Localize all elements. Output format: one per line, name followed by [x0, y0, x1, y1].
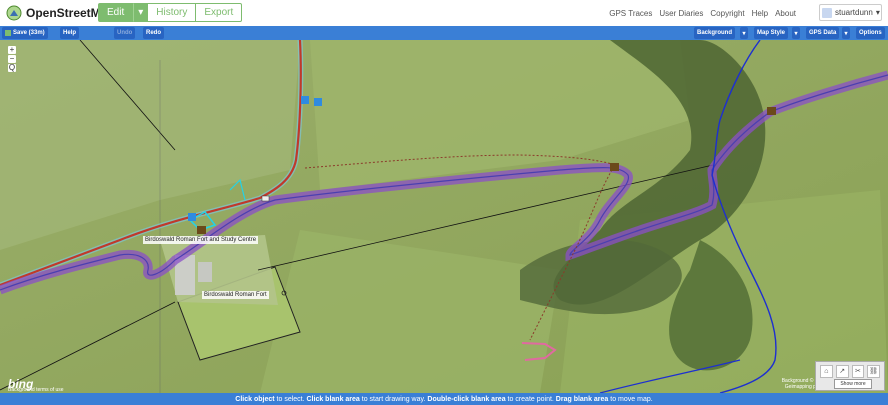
avatar [822, 7, 832, 18]
username: stuartdunn [835, 8, 873, 17]
redo-button[interactable]: Redo [143, 27, 164, 39]
history-button[interactable]: History [148, 3, 197, 22]
map-style-button[interactable]: Map Style [754, 27, 789, 39]
geolocate-button[interactable]: Q [8, 64, 16, 72]
chevron-down-icon: ▾ [875, 8, 880, 17]
background-button[interactable]: Background [694, 27, 736, 39]
hint-select-bold: Click object [235, 395, 275, 403]
hint-move: to move map. [608, 395, 653, 403]
edit-button-group: Edit ▾ History Export [98, 3, 243, 22]
hint-select: to select. [274, 395, 307, 403]
historic-marker-east[interactable] [767, 107, 776, 115]
edit-button[interactable]: Edit [98, 3, 134, 22]
map-canvas[interactable]: + − Q Birdoswald Roman Fort and Study Ce… [0, 40, 888, 393]
top-navigation: OpenStreetMap Edit ▾ History Export GPS … [0, 0, 888, 26]
gps-traces-link[interactable]: GPS Traces [609, 9, 652, 18]
save-button[interactable]: Save (33m) [2, 27, 48, 39]
map-imagery [0, 40, 888, 393]
copyright-link[interactable]: Copyright [710, 9, 744, 18]
background-dropdown[interactable]: ▾ [740, 27, 748, 39]
hint-draw: to start drawing way. [359, 395, 428, 403]
zoom-out-button[interactable]: − [8, 55, 16, 63]
user-diaries-link[interactable]: User Diaries [659, 9, 703, 18]
chevron-down-icon: ▾ [742, 30, 746, 37]
historic-marker[interactable] [610, 163, 619, 171]
hint-draw-bold: Click blank area [306, 395, 360, 403]
feature-preset-panel: ⌂ ↗ ✂ ⛓ Show more [815, 361, 885, 391]
hint-point: to create point. [505, 395, 556, 403]
hint-point-bold: Double-click blank area [427, 395, 506, 403]
museum-marker[interactable] [197, 226, 206, 234]
map-style-dropdown[interactable]: ▾ [792, 27, 800, 39]
about-link[interactable]: About [775, 9, 796, 18]
options-button[interactable]: Options [856, 27, 885, 39]
poi-marker[interactable] [188, 213, 196, 221]
help-button[interactable]: Help [60, 27, 80, 39]
point-preset-icon[interactable]: ⌂ [820, 365, 833, 378]
user-menu[interactable]: stuartdunn ▾ [819, 4, 882, 21]
show-more-button[interactable]: Show more [834, 379, 872, 389]
chevron-down-icon: ▾ [138, 7, 144, 18]
study-centre-label[interactable]: Birdoswald Roman Fort and Study Centre [143, 236, 259, 244]
save-icon [5, 30, 11, 36]
editor-toolbar: Save (33m) Help Undo Redo Background ▾ M… [0, 26, 888, 40]
osm-logo-icon [6, 5, 22, 21]
area-preset-icon[interactable]: ✂ [851, 365, 865, 378]
save-label: Save (33m) [13, 30, 45, 36]
info-marker[interactable] [314, 98, 322, 106]
line-preset-icon[interactable]: ↗ [835, 365, 849, 378]
chevron-down-icon: ▾ [794, 30, 798, 37]
fort-label[interactable]: Birdoswald Roman Fort [202, 291, 269, 299]
edit-dropdown-caret[interactable]: ▾ [133, 3, 149, 22]
gps-data-button[interactable]: GPS Data [806, 27, 840, 39]
header-links: GPS Traces User Diaries Copyright Help A… [609, 9, 796, 18]
status-help-bar: Click object to select. Click blank area… [0, 393, 888, 405]
gate-marker[interactable] [261, 195, 270, 202]
zoom-in-button[interactable]: + [8, 46, 16, 54]
export-button[interactable]: Export [196, 3, 243, 22]
undo-button[interactable]: Undo [114, 27, 136, 39]
help-link[interactable]: Help [752, 9, 768, 18]
parking-marker[interactable] [301, 96, 309, 104]
chevron-down-icon: ▾ [844, 30, 848, 37]
hint-move-bold: Drag blank area [555, 395, 609, 403]
zoom-controls: + − Q [8, 46, 16, 72]
gps-data-dropdown[interactable]: ▾ [842, 27, 850, 39]
link-preset-icon[interactable]: ⛓ [867, 365, 880, 378]
